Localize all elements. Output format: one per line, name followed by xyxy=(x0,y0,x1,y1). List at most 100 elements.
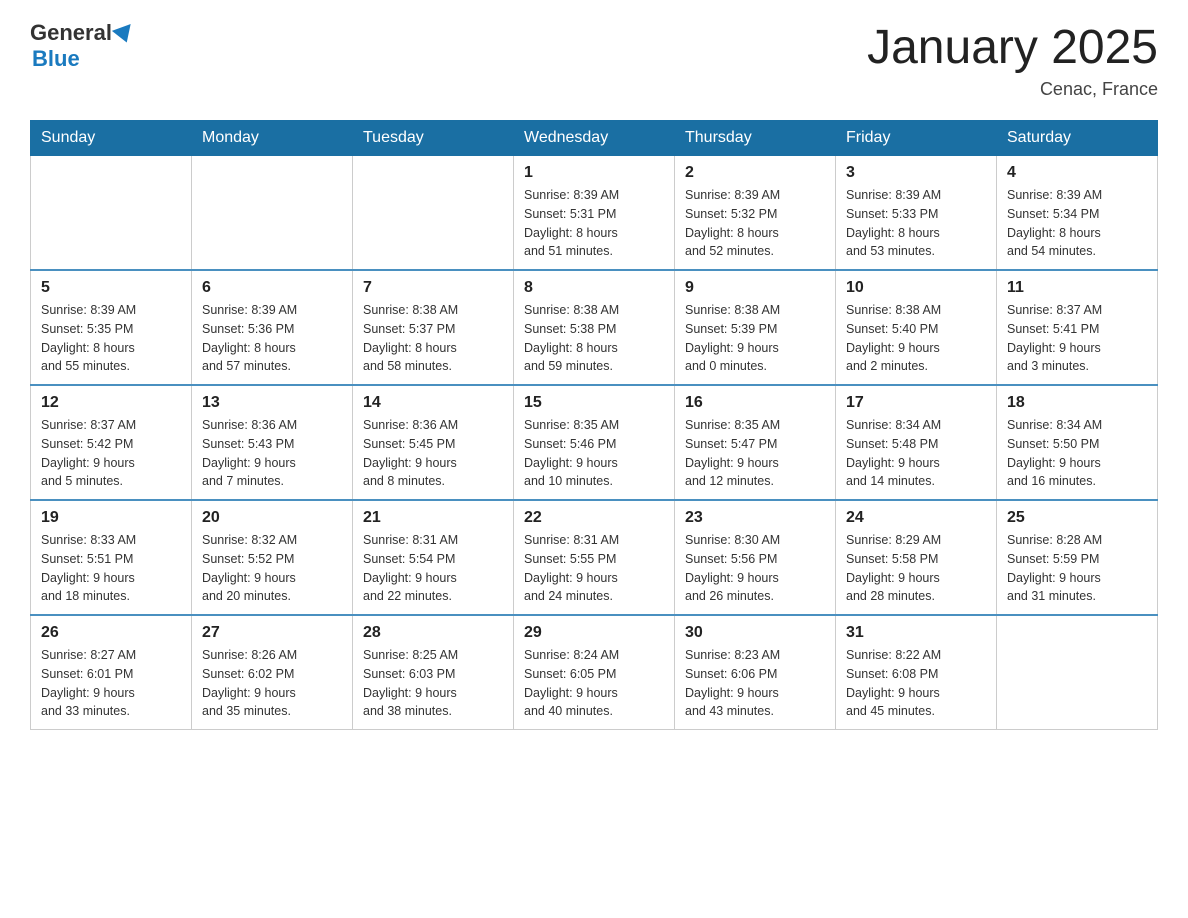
day-number: 9 xyxy=(685,279,825,297)
location: Cenac, France xyxy=(867,79,1158,100)
calendar-cell: 12Sunrise: 8:37 AMSunset: 5:42 PMDayligh… xyxy=(31,385,192,500)
calendar-cell: 31 Sunrise: 8:22 AMSunset: 6:08 PMDayligh… xyxy=(836,615,997,730)
day-number: 27 xyxy=(202,624,342,642)
day-info: Sunrise: 8:29 AMSunset: 5:58 PMDaylight:… xyxy=(846,531,986,606)
day-number: 28 xyxy=(363,624,503,642)
calendar-week-row: 12Sunrise: 8:37 AMSunset: 5:42 PMDayligh… xyxy=(31,385,1158,500)
weekday-header-friday: Friday xyxy=(836,121,997,156)
calendar-cell: 17 Sunrise: 8:34 AMSunset: 5:48 PMDayligh… xyxy=(836,385,997,500)
calendar-week-row: 26 Sunrise: 8:27 AMSunset: 6:01 PMDayligh… xyxy=(31,615,1158,730)
day-info: Sunrise: 8:33 AMSunset: 5:51 PMDaylight:… xyxy=(41,531,181,606)
calendar-cell: 11 Sunrise: 8:37 AMSunset: 5:41 PMDayligh… xyxy=(997,270,1158,385)
day-number: 22 xyxy=(524,509,664,527)
day-info: Sunrise: 8:39 AMSunset: 5:34 PMDaylight:… xyxy=(1007,186,1147,261)
day-info: Sunrise: 8:28 AMSunset: 5:59 PMDaylight:… xyxy=(1007,531,1147,606)
day-info: Sunrise: 8:30 AMSunset: 5:56 PMDaylight:… xyxy=(685,531,825,606)
calendar-cell: 10 Sunrise: 8:38 AMSunset: 5:40 PMDayligh… xyxy=(836,270,997,385)
weekday-header-thursday: Thursday xyxy=(675,121,836,156)
day-number: 18 xyxy=(1007,394,1147,412)
day-info: Sunrise: 8:37 AMSunset: 5:42 PMDaylight:… xyxy=(41,416,181,491)
calendar-cell: 3 Sunrise: 8:39 AMSunset: 5:33 PMDaylight… xyxy=(836,156,997,271)
day-number: 20 xyxy=(202,509,342,527)
calendar-cell: 24 Sunrise: 8:29 AMSunset: 5:58 PMDayligh… xyxy=(836,500,997,615)
calendar-cell: 23 Sunrise: 8:30 AMSunset: 5:56 PMDayligh… xyxy=(675,500,836,615)
day-info: Sunrise: 8:39 AMSunset: 5:36 PMDaylight:… xyxy=(202,301,342,376)
calendar-cell: 30 Sunrise: 8:23 AMSunset: 6:06 PMDayligh… xyxy=(675,615,836,730)
weekday-header-tuesday: Tuesday xyxy=(353,121,514,156)
calendar-cell xyxy=(997,615,1158,730)
calendar-cell: 4Sunrise: 8:39 AMSunset: 5:34 PMDaylight… xyxy=(997,156,1158,271)
day-info: Sunrise: 8:25 AMSunset: 6:03 PMDaylight:… xyxy=(363,646,503,721)
day-number: 19 xyxy=(41,509,181,527)
calendar-table: SundayMondayTuesdayWednesdayThursdayFrid… xyxy=(30,120,1158,730)
day-info: Sunrise: 8:32 AMSunset: 5:52 PMDaylight:… xyxy=(202,531,342,606)
page-header: General Blue January 2025 Cenac, France xyxy=(30,20,1158,100)
day-number: 10 xyxy=(846,279,986,297)
day-number: 25 xyxy=(1007,509,1147,527)
day-info: Sunrise: 8:24 AMSunset: 6:05 PMDaylight:… xyxy=(524,646,664,721)
day-info: Sunrise: 8:39 AMSunset: 5:35 PMDaylight:… xyxy=(41,301,181,376)
calendar-cell: 13 Sunrise: 8:36 AMSunset: 5:43 PMDayligh… xyxy=(192,385,353,500)
day-info: Sunrise: 8:23 AMSunset: 6:06 PMDaylight:… xyxy=(685,646,825,721)
title-section: January 2025 Cenac, France xyxy=(867,20,1158,100)
day-info: Sunrise: 8:35 AMSunset: 5:46 PMDaylight:… xyxy=(524,416,664,491)
weekday-header-row: SundayMondayTuesdayWednesdayThursdayFrid… xyxy=(31,121,1158,156)
day-info: Sunrise: 8:39 AMSunset: 5:32 PMDaylight:… xyxy=(685,186,825,261)
day-info: Sunrise: 8:36 AMSunset: 5:45 PMDaylight:… xyxy=(363,416,503,491)
calendar-cell xyxy=(31,156,192,271)
day-number: 15 xyxy=(524,394,664,412)
calendar-cell: 28 Sunrise: 8:25 AMSunset: 6:03 PMDayligh… xyxy=(353,615,514,730)
calendar-week-row: 5Sunrise: 8:39 AMSunset: 5:35 PMDaylight… xyxy=(31,270,1158,385)
calendar-cell: 9 Sunrise: 8:38 AMSunset: 5:39 PMDaylight… xyxy=(675,270,836,385)
calendar-cell: 27Sunrise: 8:26 AMSunset: 6:02 PMDayligh… xyxy=(192,615,353,730)
day-number: 13 xyxy=(202,394,342,412)
day-info: Sunrise: 8:39 AMSunset: 5:33 PMDaylight:… xyxy=(846,186,986,261)
logo-triangle-icon xyxy=(112,24,136,46)
day-number: 17 xyxy=(846,394,986,412)
day-number: 30 xyxy=(685,624,825,642)
day-number: 23 xyxy=(685,509,825,527)
calendar-cell: 18 Sunrise: 8:34 AMSunset: 5:50 PMDayligh… xyxy=(997,385,1158,500)
calendar-cell: 29 Sunrise: 8:24 AMSunset: 6:05 PMDayligh… xyxy=(514,615,675,730)
day-info: Sunrise: 8:38 AMSunset: 5:38 PMDaylight:… xyxy=(524,301,664,376)
day-info: Sunrise: 8:34 AMSunset: 5:50 PMDaylight:… xyxy=(1007,416,1147,491)
weekday-header-saturday: Saturday xyxy=(997,121,1158,156)
calendar-cell: 16Sunrise: 8:35 AMSunset: 5:47 PMDayligh… xyxy=(675,385,836,500)
calendar-cell: 5Sunrise: 8:39 AMSunset: 5:35 PMDaylight… xyxy=(31,270,192,385)
day-info: Sunrise: 8:31 AMSunset: 5:55 PMDaylight:… xyxy=(524,531,664,606)
calendar-cell: 14 Sunrise: 8:36 AMSunset: 5:45 PMDayligh… xyxy=(353,385,514,500)
calendar-cell: 26 Sunrise: 8:27 AMSunset: 6:01 PMDayligh… xyxy=(31,615,192,730)
month-title: January 2025 xyxy=(867,20,1158,75)
day-number: 31 xyxy=(846,624,986,642)
day-info: Sunrise: 8:38 AMSunset: 5:39 PMDaylight:… xyxy=(685,301,825,376)
day-info: Sunrise: 8:36 AMSunset: 5:43 PMDaylight:… xyxy=(202,416,342,491)
day-info: Sunrise: 8:34 AMSunset: 5:48 PMDaylight:… xyxy=(846,416,986,491)
calendar-cell: 22 Sunrise: 8:31 AMSunset: 5:55 PMDayligh… xyxy=(514,500,675,615)
day-info: Sunrise: 8:22 AMSunset: 6:08 PMDaylight:… xyxy=(846,646,986,721)
day-number: 26 xyxy=(41,624,181,642)
calendar-cell: 21Sunrise: 8:31 AMSunset: 5:54 PMDayligh… xyxy=(353,500,514,615)
day-number: 11 xyxy=(1007,279,1147,297)
day-info: Sunrise: 8:39 AMSunset: 5:31 PMDaylight:… xyxy=(524,186,664,261)
day-info: Sunrise: 8:38 AMSunset: 5:40 PMDaylight:… xyxy=(846,301,986,376)
day-number: 6 xyxy=(202,279,342,297)
day-number: 1 xyxy=(524,164,664,182)
day-number: 24 xyxy=(846,509,986,527)
logo-text-blue: Blue xyxy=(32,46,134,72)
calendar-cell: 8Sunrise: 8:38 AMSunset: 5:38 PMDaylight… xyxy=(514,270,675,385)
calendar-cell: 25 Sunrise: 8:28 AMSunset: 5:59 PMDayligh… xyxy=(997,500,1158,615)
day-info: Sunrise: 8:27 AMSunset: 6:01 PMDaylight:… xyxy=(41,646,181,721)
weekday-header-wednesday: Wednesday xyxy=(514,121,675,156)
day-info: Sunrise: 8:35 AMSunset: 5:47 PMDaylight:… xyxy=(685,416,825,491)
logo: General Blue xyxy=(30,20,134,72)
day-number: 29 xyxy=(524,624,664,642)
calendar-cell: 2Sunrise: 8:39 AMSunset: 5:32 PMDaylight… xyxy=(675,156,836,271)
calendar-cell: 15 Sunrise: 8:35 AMSunset: 5:46 PMDayligh… xyxy=(514,385,675,500)
calendar-week-row: 19 Sunrise: 8:33 AMSunset: 5:51 PMDayligh… xyxy=(31,500,1158,615)
day-number: 14 xyxy=(363,394,503,412)
day-info: Sunrise: 8:37 AMSunset: 5:41 PMDaylight:… xyxy=(1007,301,1147,376)
calendar-cell xyxy=(353,156,514,271)
day-number: 3 xyxy=(846,164,986,182)
day-info: Sunrise: 8:31 AMSunset: 5:54 PMDaylight:… xyxy=(363,531,503,606)
calendar-cell: 6 Sunrise: 8:39 AMSunset: 5:36 PMDaylight… xyxy=(192,270,353,385)
